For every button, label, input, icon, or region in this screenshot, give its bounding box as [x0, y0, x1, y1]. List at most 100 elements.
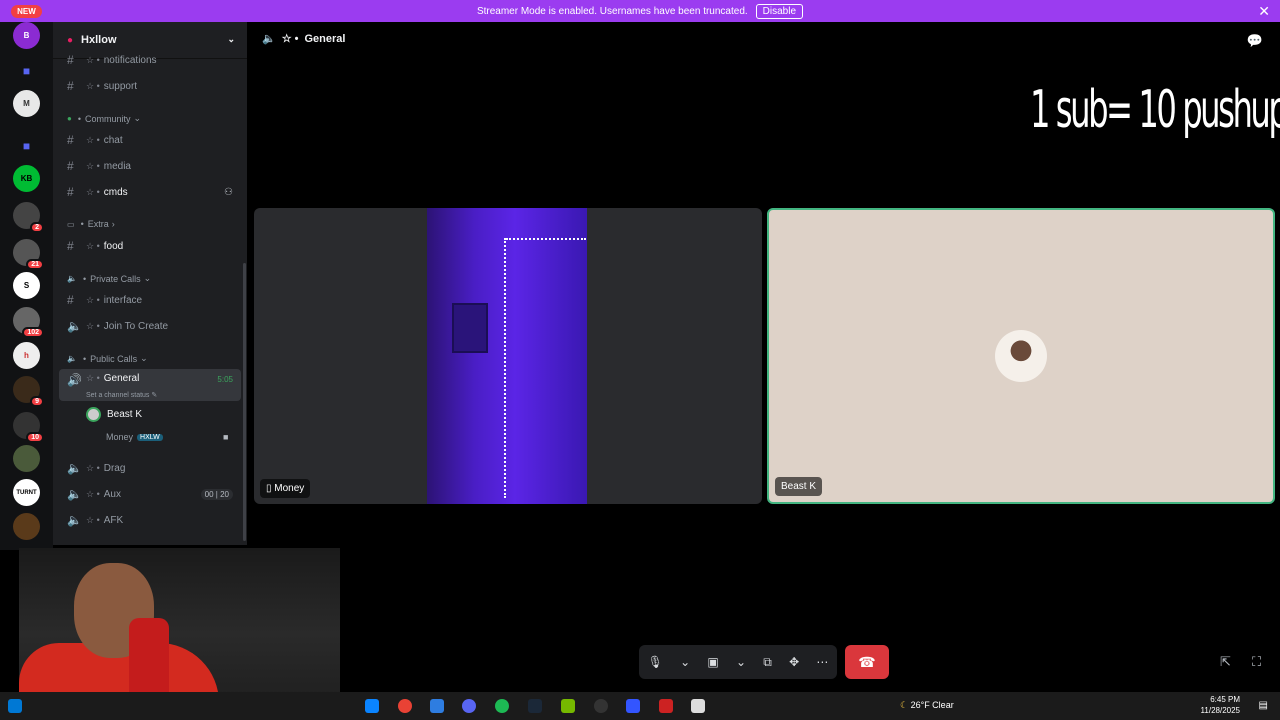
app-icon-4[interactable]: [691, 699, 705, 713]
channel-status-input[interactable]: Set a channel status ✎: [86, 391, 157, 399]
category-private-calls[interactable]: 🔈 • Private Calls ⌄: [67, 273, 151, 284]
popout-icon[interactable]: ⇱: [1220, 654, 1231, 670]
chevron-down-icon[interactable]: ⌄: [227, 34, 235, 45]
chevron-down-icon: ⌄: [140, 353, 148, 363]
star-icon: ☆ •: [281, 33, 299, 45]
more-options-icon[interactable]: ⋯: [816, 655, 828, 669]
globe-icon: ●: [67, 114, 72, 123]
system-clock[interactable]: 6:45 PM 11/28/2025: [1201, 694, 1240, 716]
notification-icon[interactable]: ▤: [1259, 700, 1268, 711]
channel-join-to-create[interactable]: 🔈 ☆ • Join To Create: [59, 315, 241, 337]
call-duration: 5:05: [217, 375, 233, 384]
tile-name-label: Beast K: [775, 477, 823, 496]
server-icon-12[interactable]: [13, 445, 40, 472]
disconnect-button[interactable]: ☎: [845, 645, 889, 679]
channel-drag[interactable]: 🔈 ☆ • Drag: [59, 457, 241, 479]
hash-icon: #: [67, 53, 74, 67]
led-lights: [506, 238, 586, 241]
microphone-icon[interactable]: 🎙: [648, 655, 663, 669]
camera-off-icon[interactable]: ▣: [707, 655, 718, 669]
server-icon-6[interactable]: 21: [13, 239, 44, 270]
voice-user-beast-k[interactable]: Beast K: [86, 407, 142, 422]
channel-support[interactable]: # ☆ • support: [59, 75, 241, 97]
nvidia-icon[interactable]: [561, 699, 575, 713]
server-rail: B ■ M ■ KB 2 21 S 102 h 9 10 TURNT: [0, 22, 53, 550]
channel-label: cmds: [103, 186, 128, 198]
channel-notifications[interactable]: # ☆ • notifications: [59, 49, 241, 71]
channel-status-placeholder: Set a channel status: [86, 392, 150, 399]
channel-food[interactable]: # ☆ • food: [59, 235, 241, 257]
server-icon-9[interactable]: h: [13, 342, 40, 369]
weather-widget[interactable]: ☾ 26°F Clear: [900, 700, 954, 711]
channel-label: Aux: [103, 488, 121, 500]
store-icon[interactable]: [365, 699, 379, 713]
hang-up-icon: ☎: [858, 653, 876, 670]
app-icon-2[interactable]: [626, 699, 640, 713]
screen-share-icon[interactable]: ⧉: [763, 655, 772, 670]
category-label: Public Calls: [90, 353, 138, 364]
streamer-mode-banner: NEW Streamer Mode is enabled. Usernames …: [0, 0, 1280, 22]
server-icon-money[interactable]: M: [13, 90, 40, 117]
steam-icon[interactable]: [528, 699, 542, 713]
user-limit: 20: [220, 489, 229, 499]
chevron-down-icon[interactable]: ⌄: [736, 655, 746, 669]
star-icon: ☆ •: [86, 462, 100, 473]
start-icon[interactable]: [8, 699, 22, 713]
chat-bubble-icon[interactable]: 💬: [1247, 33, 1263, 49]
server-icon-turnt[interactable]: TURNT: [13, 479, 40, 506]
app-icon-3[interactable]: [659, 699, 673, 713]
server-icon-kb[interactable]: KB: [13, 165, 40, 192]
star-icon: ☆ •: [86, 240, 100, 251]
video-tile-money[interactable]: ▯ Money: [254, 208, 762, 504]
chevron-down-icon[interactable]: ⌄: [680, 655, 690, 669]
banner-message: Streamer Mode is enabled. Usernames have…: [476, 5, 748, 17]
speaker-icon: 🔈: [67, 487, 82, 501]
star-icon: ☆ •: [86, 373, 100, 383]
user-count: 00: [204, 489, 214, 499]
server-icon-echo[interactable]: 10: [13, 412, 44, 443]
stream-overlay-text: 1 sub= 10 pushup: [1030, 80, 1280, 140]
add-member-icon[interactable]: ⚇: [224, 187, 233, 198]
video-tile-beast-k[interactable]: Beast K: [767, 208, 1275, 504]
channel-interface[interactable]: # ☆ • interface: [59, 289, 241, 311]
channel-afk[interactable]: 🔈 ☆ • AFK: [59, 509, 241, 531]
category-extra[interactable]: ▭ • Extra ›: [67, 219, 115, 229]
channel-aux[interactable]: 🔈 ☆ • Aux 00 | 20: [59, 483, 241, 505]
user-limit-badge: 00 | 20: [200, 488, 233, 500]
channel-label: interface: [103, 294, 143, 306]
folder-icon[interactable]: ■: [13, 57, 40, 84]
server-icon-8[interactable]: 102: [13, 307, 44, 338]
channel-media[interactable]: # ☆ • media: [59, 155, 241, 177]
server-icon-b[interactable]: B: [13, 22, 40, 49]
server-icon-14[interactable]: [13, 513, 40, 540]
obs-icon[interactable]: [594, 699, 608, 713]
channel-label: General: [103, 373, 140, 384]
discord-icon[interactable]: [462, 699, 476, 713]
category-label: Community: [85, 113, 131, 124]
channel-label: AFK: [103, 514, 124, 526]
disable-streamer-mode-button[interactable]: Disable: [755, 3, 804, 19]
app-icon[interactable]: [430, 699, 444, 713]
server-icon-7[interactable]: S: [13, 272, 40, 299]
close-icon[interactable]: ✕: [1258, 3, 1270, 20]
channel-label: support: [103, 80, 138, 92]
chrome-icon[interactable]: [398, 699, 412, 713]
activities-icon[interactable]: ✥: [789, 655, 799, 669]
category-community[interactable]: ● • Community ⌄: [67, 113, 141, 124]
unread-badge: 9: [30, 396, 44, 407]
voice-username: Beast K: [107, 409, 143, 420]
folder-icon-2[interactable]: ■: [13, 132, 40, 159]
spotify-icon[interactable]: [495, 699, 509, 713]
sidebar-scrollbar[interactable]: [243, 263, 246, 541]
hash-icon: #: [67, 79, 74, 93]
hash-icon: #: [67, 293, 74, 307]
server-icon-10[interactable]: 9: [13, 376, 44, 407]
star-icon: ☆ •: [86, 160, 100, 171]
category-public-calls[interactable]: 🔈 • Public Calls ⌄: [67, 353, 148, 364]
server-icon-5[interactable]: 2: [13, 202, 44, 233]
voice-user-money[interactable]: Money HXLW: [106, 432, 163, 442]
channel-title: General: [304, 32, 346, 45]
channel-cmds[interactable]: # ☆ • cmds ⚇: [59, 181, 241, 203]
channel-chat[interactable]: # ☆ • chat: [59, 129, 241, 151]
fullscreen-icon[interactable]: ⛶: [1252, 654, 1261, 670]
